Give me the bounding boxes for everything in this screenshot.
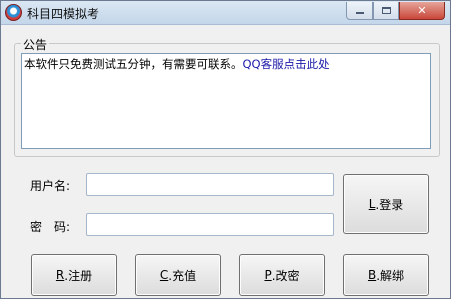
unbind-hotkey: B — [367, 268, 377, 282]
unbind-label: .解绑 — [376, 268, 405, 283]
register-button[interactable]: R .注册 — [31, 254, 117, 296]
app-icon — [5, 4, 22, 21]
login-button[interactable]: L .登录 — [343, 174, 429, 234]
login-label: .登录 — [375, 197, 404, 212]
maximize-button[interactable] — [373, 2, 399, 20]
password-input[interactable] — [86, 213, 334, 236]
recharge-button[interactable]: C .充值 — [135, 254, 221, 296]
unbind-button[interactable]: B .解绑 — [343, 254, 429, 296]
title-bar[interactable]: 科目四模拟考 ✕ — [1, 1, 450, 25]
login-hotkey: L — [368, 197, 376, 211]
notice-text: 本软件只免费测试五分钟，有需要可联系。 — [24, 57, 243, 71]
close-icon: ✕ — [417, 4, 427, 17]
change-password-hotkey: P — [264, 268, 272, 282]
minimize-icon — [355, 11, 364, 14]
app-window: 科目四模拟考 ✕ 公告 本软件只免费测试五分钟，有需要可联系。QQ客服点击此处 … — [0, 0, 451, 299]
notice-textbox[interactable]: 本软件只免费测试五分钟，有需要可联系。QQ客服点击此处 — [21, 53, 431, 149]
notice-group-label: 公告 — [21, 36, 50, 53]
register-hotkey: R — [55, 268, 65, 282]
qq-support-link[interactable]: QQ客服点击此处 — [243, 57, 330, 71]
recharge-label: .充值 — [168, 268, 197, 283]
username-label: 用户名: — [30, 179, 71, 193]
window-title: 科目四模拟考 — [27, 7, 100, 21]
maximize-icon — [381, 7, 391, 14]
recharge-hotkey: C — [159, 268, 169, 282]
change-password-label: .改密 — [271, 268, 300, 283]
close-button[interactable]: ✕ — [399, 2, 445, 20]
change-password-button[interactable]: P .改密 — [239, 254, 325, 296]
password-label: 密 码: — [30, 220, 71, 234]
register-label: .注册 — [64, 268, 93, 283]
username-input[interactable] — [86, 173, 334, 196]
minimize-button[interactable] — [346, 2, 373, 20]
